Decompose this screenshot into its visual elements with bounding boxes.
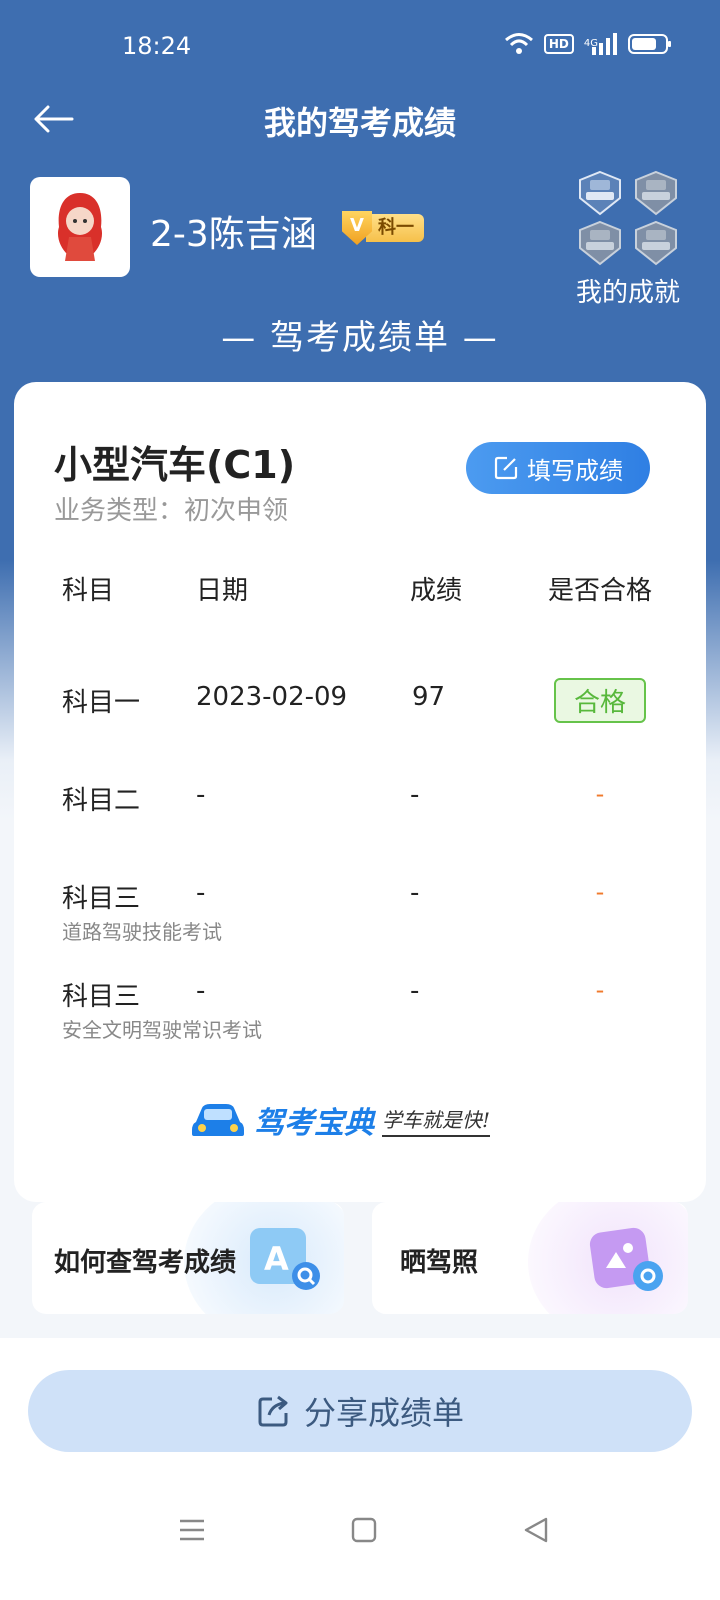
- table-row: 科目一 2023-02-09 97 合格: [14, 678, 706, 772]
- row-passed: -: [595, 780, 605, 808]
- svg-text:A: A: [264, 1240, 289, 1278]
- header-date: 日期: [196, 576, 249, 606]
- score-card: 小型汽车(C1) 业务类型：初次申领 填写成绩 科目 日期 成绩 是否合格 科目…: [14, 382, 706, 1202]
- row-subject: 科目三: [62, 884, 141, 914]
- achievements-button[interactable]: 我的成就: [570, 170, 686, 309]
- row-passed: -: [595, 878, 605, 906]
- row-subject-sub: 道路驾驶技能考试: [62, 920, 222, 944]
- nav-bar: 我的驾考成绩: [0, 90, 720, 150]
- photo-camera-icon: [589, 1227, 663, 1291]
- table-header: 科目 日期 成绩 是否合格: [14, 570, 706, 610]
- hd-icon: HD: [543, 34, 574, 54]
- pass-badge: 合格: [553, 678, 646, 723]
- car-logo-icon: [192, 1104, 244, 1136]
- header-passed: 是否合格: [547, 576, 652, 606]
- row-date: 2023-02-09: [196, 682, 348, 712]
- status-icons: HD 4G: [504, 32, 672, 56]
- promo-label: 如何查驾考成绩: [54, 1248, 237, 1278]
- system-back-button[interactable]: [516, 1510, 556, 1550]
- fill-score-label: 填写成绩: [527, 456, 623, 485]
- achievement-badge-4-icon: [635, 220, 677, 266]
- achievement-badges: [570, 170, 686, 266]
- user-name: 2-3陈吉涵: [150, 214, 317, 255]
- search-doc-icon: A: [250, 1228, 320, 1290]
- table-row: 科目三 安全文明驾驶常识考试 - - -: [14, 976, 706, 1066]
- license-type: 小型汽车(C1): [54, 443, 296, 487]
- row-passed: -: [595, 976, 605, 1004]
- avatar-image: [57, 193, 103, 261]
- row-passed: 合格: [544, 678, 656, 723]
- system-nav-bar: [0, 1490, 720, 1580]
- row-date: -: [196, 976, 206, 1006]
- page-title: 我的驾考成绩: [263, 104, 456, 142]
- triangle-back-icon: [524, 1517, 548, 1543]
- battery-icon: [628, 33, 672, 55]
- vip-badge-text: 科一: [366, 214, 424, 242]
- row-score: 97: [412, 682, 446, 712]
- fill-score-button[interactable]: 填写成绩: [466, 442, 650, 494]
- row-subject-sub: 安全文明驾驶常识考试: [62, 1018, 262, 1042]
- row-subject: 科目三: [62, 982, 141, 1012]
- vip-badge[interactable]: V 科一: [342, 211, 426, 245]
- brand-slogan: 学车就是快!: [382, 1104, 491, 1137]
- row-subject: 科目二: [62, 786, 141, 816]
- header-subject: 科目: [62, 576, 115, 606]
- brand-name: 驾考宝典: [254, 1106, 374, 1141]
- header-score: 成绩: [410, 576, 463, 606]
- menu-icon: [180, 1519, 204, 1541]
- row-date: -: [196, 878, 206, 908]
- table-row: 科目二 - - -: [14, 780, 706, 870]
- network-type-label: 4G: [583, 38, 598, 49]
- share-button-label: 分享成绩单: [303, 1394, 464, 1432]
- promo-label: 晒驾照: [400, 1248, 479, 1278]
- business-type: 业务类型：初次申领: [54, 496, 289, 526]
- achievements-label: 我的成就: [575, 278, 680, 308]
- report-heading: — 驾考成绩单 —: [221, 318, 499, 358]
- status-bar: 18:24 HD 4G: [0, 0, 720, 96]
- row-subject: 科目一: [62, 688, 141, 718]
- signal-icon: 4G: [584, 33, 618, 55]
- recent-apps-button[interactable]: [172, 1510, 212, 1550]
- status-time: 18:24: [122, 32, 192, 60]
- avatar[interactable]: [30, 177, 130, 277]
- brand-logo: 驾考宝典 学车就是快!: [190, 1098, 491, 1142]
- table-row: 科目三 道路驾驶技能考试 - - -: [14, 878, 706, 968]
- show-license-card[interactable]: 晒驾照: [372, 1202, 688, 1314]
- row-date: -: [196, 780, 206, 810]
- achievement-badge-1-icon: [579, 170, 621, 216]
- home-button[interactable]: [344, 1510, 384, 1550]
- wifi-icon: [504, 32, 534, 56]
- how-to-check-scores-card[interactable]: 如何查驾考成绩 A: [32, 1202, 344, 1314]
- edit-icon: [494, 456, 518, 480]
- square-icon: [351, 1517, 377, 1543]
- achievement-badge-3-icon: [579, 220, 621, 266]
- share-report-button[interactable]: 分享成绩单: [28, 1370, 692, 1452]
- row-score: -: [410, 780, 420, 810]
- achievement-badge-2-icon: [635, 170, 677, 216]
- share-icon: [258, 1395, 288, 1427]
- row-score: -: [410, 878, 420, 908]
- row-score: -: [410, 976, 420, 1006]
